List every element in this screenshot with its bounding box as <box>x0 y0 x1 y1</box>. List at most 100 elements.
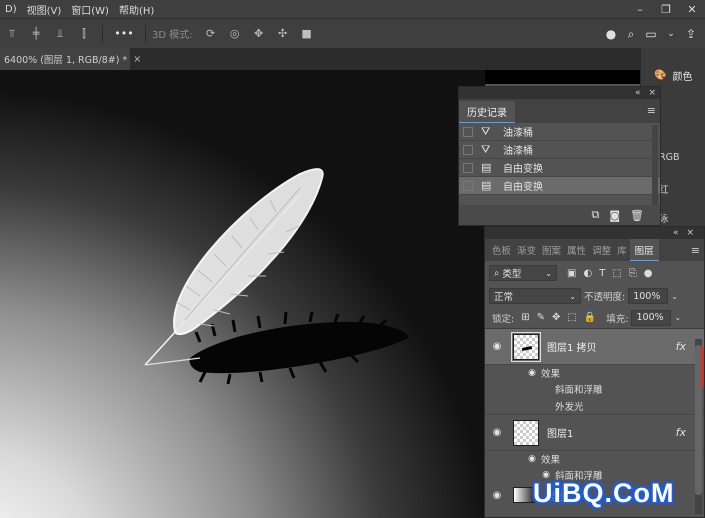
tab-history[interactable]: 历史记录 <box>459 101 515 123</box>
tab-layers[interactable]: 图层 <box>629 239 659 261</box>
paint-bucket-icon: ⛛ <box>481 142 491 156</box>
distribute-icon[interactable]: ⫿ <box>75 25 93 43</box>
tab-patterns[interactable]: 图案 <box>539 243 564 257</box>
restore-button[interactable]: ❐ <box>653 0 679 18</box>
fill-value: 100% <box>636 312 664 323</box>
lock-all-icon[interactable]: 🔒 <box>584 312 596 323</box>
visibility-eye-icon[interactable]: ◉ <box>525 368 539 378</box>
snapshot-checkbox[interactable] <box>463 126 473 137</box>
chevron-down-icon[interactable]: ⌄ <box>671 292 678 301</box>
color-panel-button[interactable]: 🎨 颜色 <box>646 64 705 86</box>
layer-thumbnail <box>513 419 539 446</box>
edge-marker <box>701 347 704 387</box>
new-document-from-state-icon[interactable]: ⧉ <box>591 208 599 222</box>
options-right-group: ● ⌕ ▭ ⌄ ⇪ <box>601 25 701 43</box>
filter-toggle-icon[interactable]: ● <box>644 268 653 279</box>
workspace-icon[interactable]: ▭ <box>641 25 661 43</box>
more-options-button[interactable]: ••• <box>112 25 136 43</box>
pixel-filter-icon[interactable]: ▣ <box>567 268 576 279</box>
close-tab-button[interactable]: × <box>133 54 141 65</box>
history-item[interactable]: ⛛ 油漆桶 <box>459 123 660 141</box>
layer-row-selected[interactable]: ◉ 图层1 拷贝 fx <box>485 329 704 365</box>
visibility-eye-icon[interactable]: ◉ <box>485 427 509 438</box>
fill-field[interactable]: 100% <box>631 309 672 326</box>
user-icon[interactable]: ● <box>601 25 621 43</box>
smart-object-filter-icon[interactable]: ⎘ <box>629 268 637 279</box>
snapshot-checkbox[interactable] <box>463 180 473 191</box>
tab-properties[interactable]: 属性 <box>564 243 589 257</box>
effect-item[interactable]: 外发光 <box>485 397 704 415</box>
history-item[interactable]: ⛛ 油漆桶 <box>459 141 660 159</box>
menu-item-partial[interactable]: D) <box>0 4 22 15</box>
chevron-down-icon[interactable]: ⌄ <box>661 25 681 43</box>
share-icon[interactable]: ⇪ <box>681 25 701 43</box>
effects-label: 效果 <box>541 455 561 466</box>
layer-thumbnail <box>511 331 541 362</box>
document-tab[interactable]: 6400% (图层 1, RGB/8#) * × <box>0 48 141 70</box>
snapshot-checkbox[interactable] <box>463 162 473 173</box>
type-filter-icon[interactable]: T <box>599 268 605 279</box>
search-icon[interactable]: ⌕ <box>621 25 641 43</box>
panel-menu-icon[interactable]: ≡ <box>647 104 656 117</box>
layer-name: 图层1 <box>547 429 574 440</box>
blend-mode-dropdown[interactable]: 正常 ⌄ <box>489 288 581 304</box>
adjustment-filter-icon[interactable]: ◐ <box>583 268 592 279</box>
menu-item-window[interactable]: 窗口(W) <box>66 2 114 17</box>
blend-mode-value: 正常 <box>494 292 514 303</box>
align-middle-icon[interactable]: ╪ <box>27 25 45 43</box>
3d-orbit-icon[interactable]: ⟳ <box>202 25 220 43</box>
3d-drag-icon[interactable]: ✥ <box>250 25 268 43</box>
history-item-selected[interactable]: ▤ 自由变换 <box>459 177 660 195</box>
fx-icon[interactable]: fx <box>676 426 686 439</box>
close-panel-icon[interactable]: × <box>648 88 656 98</box>
history-item[interactable]: ▤ 自由变换 <box>459 159 660 177</box>
lock-artboard-icon[interactable]: ⬚ <box>567 312 576 323</box>
tab-gradients[interactable]: 渐变 <box>514 243 539 257</box>
tab-adjustments[interactable]: 调整 <box>589 243 614 257</box>
minimize-button[interactable]: – <box>627 0 653 18</box>
history-item-label: 油漆桶 <box>503 146 533 157</box>
opacity-field[interactable]: 100% <box>628 288 669 304</box>
snapshot-checkbox[interactable] <box>463 144 473 155</box>
layer-row[interactable]: ◉ 图层1 fx <box>485 415 704 451</box>
visibility-eye-icon[interactable]: ◉ <box>485 341 509 352</box>
canvas[interactable] <box>0 70 485 518</box>
divider <box>145 24 146 43</box>
history-footer: ⧉ ◙ 🗑 <box>459 205 660 225</box>
layers-tab-bar: 色板 渐变 图案 属性 调整 库 图层 ≡ <box>485 239 704 261</box>
collapse-icon[interactable]: « <box>635 88 641 98</box>
visibility-eye-icon[interactable]: ◉ <box>525 454 539 464</box>
lock-position-icon[interactable]: ✥ <box>552 312 560 323</box>
effects-row[interactable]: ◉ 效果 <box>485 451 704 467</box>
trash-icon[interactable]: 🗑 <box>630 209 644 222</box>
lock-transparent-icon[interactable]: ⊞ <box>521 312 529 323</box>
3d-slide-icon[interactable]: ✣ <box>274 25 292 43</box>
collapse-icon[interactable]: « <box>673 228 679 238</box>
visibility-eye-icon[interactable]: ◉ <box>485 490 509 501</box>
menu-item-help[interactable]: 帮助(H) <box>114 2 159 17</box>
align-bottom-icon[interactable]: ⫫ <box>51 25 69 43</box>
3d-camera-icon[interactable]: ■ <box>298 25 316 43</box>
lock-icons: ⊞ ✎ ✥ ⬚ 🔒 <box>521 312 596 323</box>
camera-icon[interactable]: ◙ <box>609 209 620 222</box>
chevron-down-icon[interactable]: ⌄ <box>674 313 681 322</box>
tab-swatches[interactable]: 色板 <box>489 243 514 257</box>
close-panel-icon[interactable]: × <box>686 228 694 238</box>
menu-item-view[interactable]: 视图(V) <box>22 2 67 17</box>
document-icon: ▤ <box>481 179 492 192</box>
align-top-icon[interactable]: ⫪ <box>3 25 21 43</box>
3d-roll-icon[interactable]: ◎ <box>226 25 244 43</box>
panel-menu-icon[interactable]: ≡ <box>691 244 700 257</box>
effects-row[interactable]: ◉ 效果 <box>485 365 704 381</box>
close-window-button[interactable]: ✕ <box>679 0 705 18</box>
effect-item[interactable]: 斜面和浮雕 <box>485 381 704 397</box>
tab-libraries[interactable]: 库 <box>614 243 630 257</box>
fx-icon[interactable]: fx <box>676 340 686 353</box>
filter-kind-dropdown[interactable]: ⌕ 类型 ⌄ <box>489 265 557 281</box>
history-item-label: 自由变换 <box>503 182 543 193</box>
history-scrollbar[interactable] <box>652 125 658 205</box>
layers-panel: « × 色板 渐变 图案 属性 调整 库 图层 ≡ ⌕ 类型 ⌄ ▣ ◐ T ⬚… <box>484 226 705 518</box>
lock-paint-icon[interactable]: ✎ <box>537 312 545 323</box>
shape-filter-icon[interactable]: ⬚ <box>612 268 621 279</box>
feather-shadow <box>189 321 409 374</box>
